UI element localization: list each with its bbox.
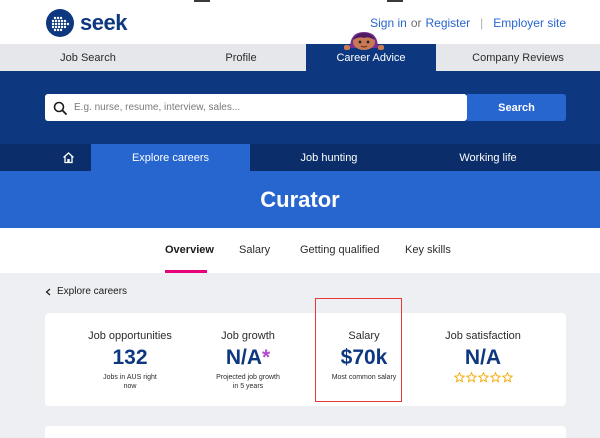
- career-stats-card: Job opportunities 132 Jobs in AUS right …: [45, 313, 566, 406]
- breadcrumb[interactable]: Explore careers: [45, 286, 127, 297]
- salary-highlight-box: [315, 298, 402, 402]
- stat-job-opportunities: Job opportunities 132 Jobs in AUS right …: [65, 313, 195, 406]
- tab-profile[interactable]: Profile: [176, 44, 306, 71]
- breadcrumb-explore-careers[interactable]: Explore careers: [57, 286, 127, 297]
- or-text: or: [410, 16, 422, 30]
- next-content-card: [45, 426, 566, 438]
- tab-getting-qualified[interactable]: Getting qualified: [300, 244, 380, 256]
- stat-label: Job growth: [221, 330, 275, 342]
- stat-value: 132: [112, 346, 148, 369]
- page-title: Curator: [260, 186, 340, 212]
- subnav-working-life[interactable]: Working life: [408, 144, 568, 171]
- mascot-character-icon: [344, 32, 384, 50]
- stat-caption: Projected job growth in 5 years: [216, 374, 280, 390]
- stat-value: N/A: [225, 346, 262, 369]
- active-tab-underline: [165, 270, 207, 273]
- tab-salary[interactable]: Salary: [239, 244, 270, 256]
- tab-job-search[interactable]: Job Search: [0, 44, 176, 71]
- search-icon: [53, 101, 67, 115]
- home-icon: [63, 152, 74, 164]
- top-edge-mark: [194, 0, 210, 2]
- career-page-tabs: Overview Salary Getting qualified Key sk…: [0, 228, 600, 273]
- career-advice-subnav: Explore careers Job hunting Working life: [0, 144, 600, 171]
- subnav-job-hunting[interactable]: Job hunting: [250, 144, 408, 171]
- star-icon: [453, 372, 465, 383]
- stat-label: Job satisfaction: [445, 330, 521, 342]
- register-link[interactable]: Register: [425, 16, 470, 30]
- stat-value-wrap: N/A*: [183, 346, 313, 370]
- link-separator: |: [480, 16, 484, 30]
- career-hero: Curator: [0, 171, 600, 228]
- seek-logo[interactable]: seek: [46, 9, 127, 37]
- star-rating: [418, 372, 548, 383]
- star-icon: [477, 372, 489, 383]
- search-box: [45, 94, 467, 121]
- tab-overview[interactable]: Overview: [165, 244, 214, 256]
- search-band: Search: [0, 71, 600, 144]
- star-icon: [489, 372, 501, 383]
- stat-job-satisfaction: Job satisfaction N/A: [418, 313, 548, 406]
- tab-company-reviews[interactable]: Company Reviews: [436, 44, 600, 71]
- main-nav: Job Search Profile Career Advice Company…: [0, 44, 600, 71]
- subnav-explore-careers[interactable]: Explore careers: [91, 144, 250, 171]
- star-icon: [465, 372, 477, 383]
- stat-caption: Jobs in AUS right now: [103, 374, 157, 390]
- stat-label: Job opportunities: [88, 330, 172, 342]
- employer-site-link[interactable]: Employer site: [493, 16, 566, 30]
- search-button[interactable]: Search: [467, 94, 566, 121]
- star-icon: [501, 372, 513, 383]
- footnote-asterisk[interactable]: *: [262, 346, 270, 369]
- top-edge-mark: [387, 0, 403, 2]
- stat-value: N/A: [464, 346, 502, 369]
- seek-logo-text: seek: [80, 10, 127, 35]
- top-bar: seek Sign in or Register | Employer site: [0, 0, 600, 44]
- search-input[interactable]: [74, 102, 454, 113]
- chevron-left-icon: [45, 288, 51, 295]
- stat-job-growth: Job growth N/A* Projected job growth in …: [183, 313, 313, 406]
- seek-logo-icon: [46, 9, 74, 37]
- account-links: Sign in or Register | Employer site: [370, 16, 566, 30]
- tab-key-skills[interactable]: Key skills: [405, 244, 451, 256]
- home-nav-item[interactable]: [0, 144, 91, 171]
